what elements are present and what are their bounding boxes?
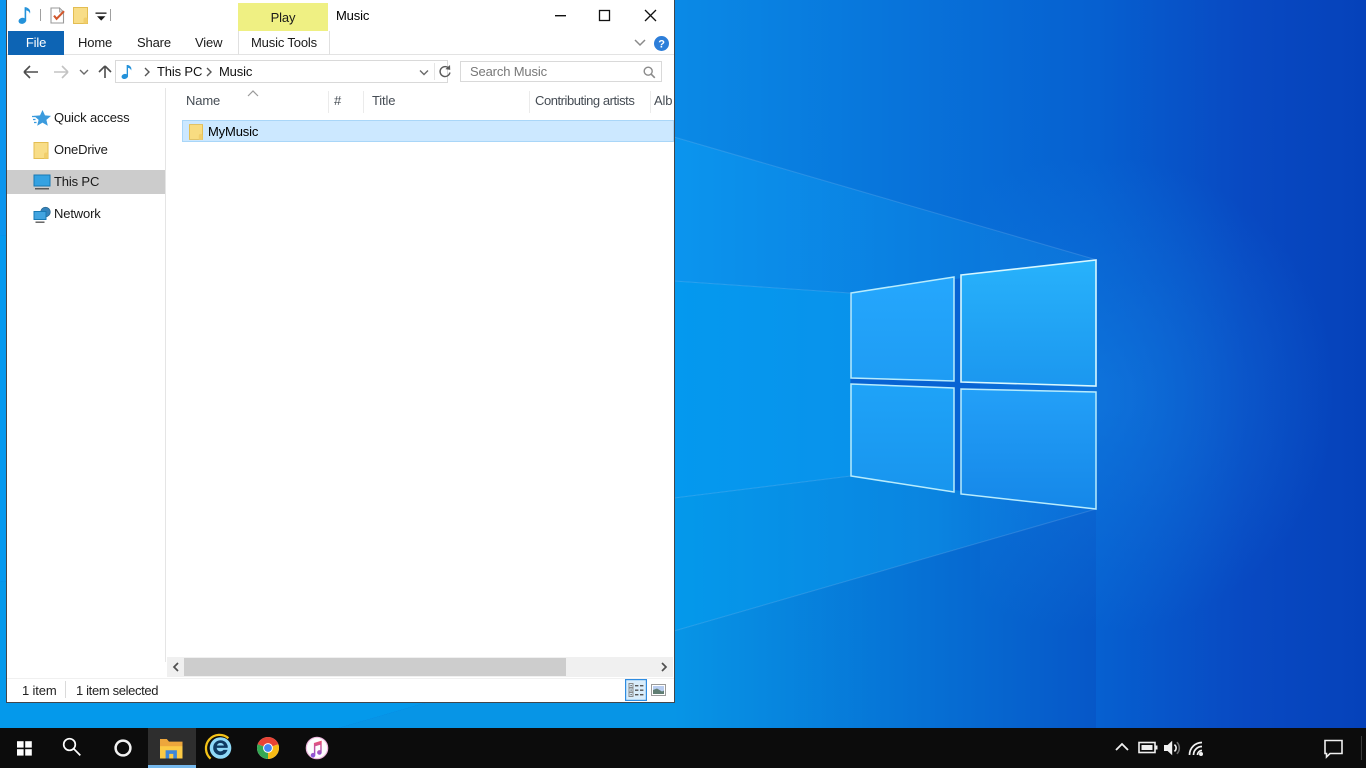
svg-text:?: ? xyxy=(658,39,665,51)
